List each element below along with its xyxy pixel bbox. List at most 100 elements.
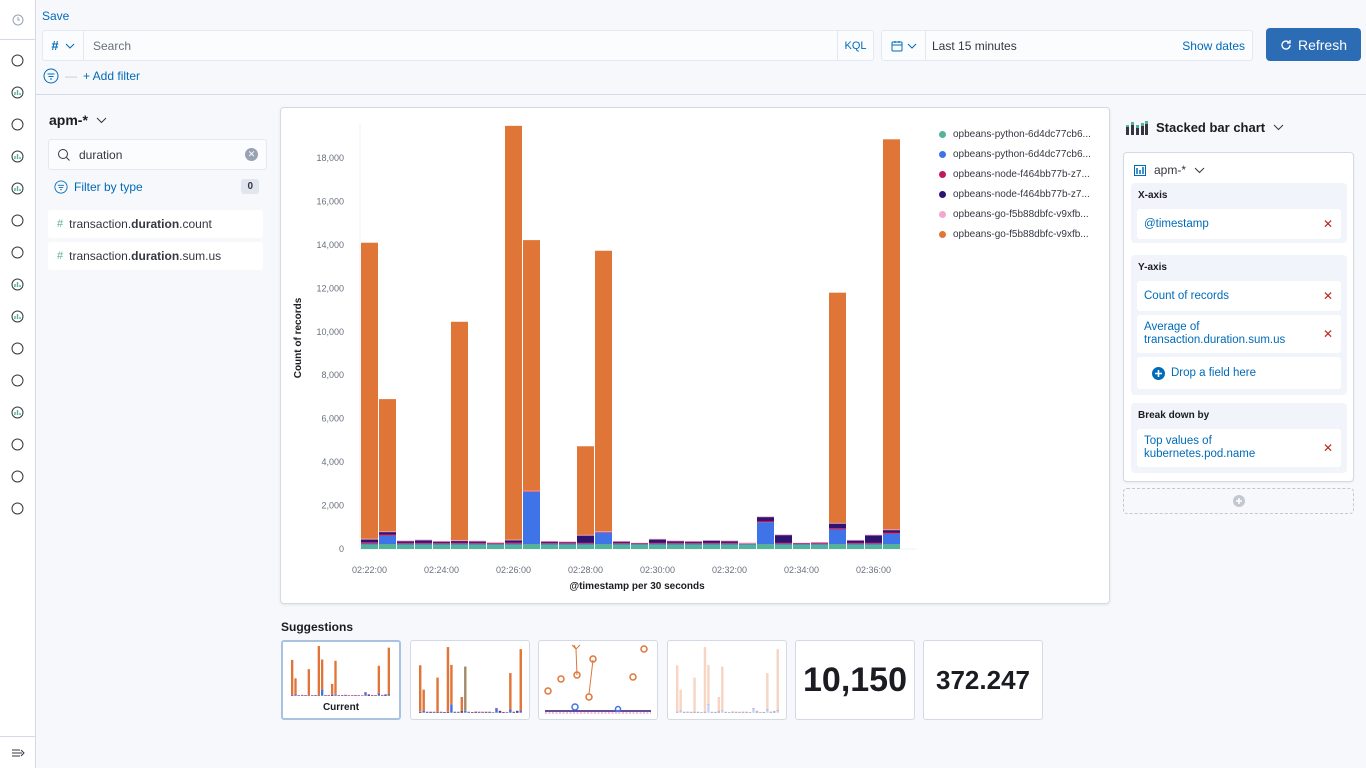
bar-segment <box>595 532 612 545</box>
remove-icon[interactable]: ✕ <box>1323 327 1333 341</box>
nav-item-ml[interactable] <box>0 204 35 236</box>
clear-search-icon[interactable]: ✕ <box>245 148 258 161</box>
thumbnail-bar <box>509 709 512 711</box>
layer-index-switcher[interactable]: apm-* <box>1134 163 1205 177</box>
bar-segment <box>577 542 594 544</box>
show-dates-button[interactable]: Show dates <box>1182 39 1252 53</box>
bar-segment <box>361 539 378 543</box>
query-language-switcher[interactable]: # <box>43 31 84 60</box>
index-pattern-switcher[interactable]: apm-* <box>49 112 107 128</box>
bar-segment <box>577 544 594 549</box>
remove-icon[interactable]: ✕ <box>1323 289 1333 303</box>
thumbnail-bar <box>773 710 776 712</box>
dock-navigation-button[interactable] <box>0 736 36 768</box>
dimension-label: @timestamp <box>1144 218 1209 230</box>
suggestion-bar-chart[interactable] <box>410 640 530 720</box>
time-range[interactable]: Last 15 minutes <box>926 39 1182 53</box>
bar-segment <box>739 543 756 545</box>
bar-stack <box>613 540 630 549</box>
nav-item-dev-tools[interactable] <box>0 428 35 460</box>
legend-item[interactable]: opbeans-node-f464bb77b-z7... <box>939 164 1091 184</box>
nav-item-maps[interactable] <box>0 172 35 204</box>
nav-item-discover[interactable] <box>0 44 35 76</box>
thumbnail-bar <box>387 647 390 694</box>
nav-item-monitoring[interactable] <box>0 460 35 492</box>
nav-item-metrics[interactable] <box>0 236 35 268</box>
thumbnail-bar <box>367 695 370 696</box>
quick-select-button[interactable] <box>882 31 926 60</box>
nav-item-dashboard[interactable] <box>0 108 35 140</box>
thumbnail-bar <box>474 712 477 713</box>
legend-item[interactable]: opbeans-go-f5b88dbfc-v9xfb... <box>939 224 1091 244</box>
suggestion-line-chart[interactable] <box>538 640 658 720</box>
field-search-input[interactable]: duration ✕ <box>48 139 267 170</box>
bar-stack <box>685 540 702 549</box>
y-tick-label: 12,000 <box>316 283 344 293</box>
bar-segment <box>397 542 414 544</box>
nav-item-siem[interactable] <box>0 364 35 396</box>
nav-item-canvas[interactable] <box>0 140 35 172</box>
breakdown-dimension[interactable]: Top values of kubernetes.pod.name ✕ <box>1137 429 1341 467</box>
thumbnail-bar <box>436 711 439 713</box>
thumbnail-bar <box>422 710 425 711</box>
nav-item-uptime[interactable] <box>0 332 35 364</box>
nav-item-apm[interactable] <box>0 300 35 332</box>
thumbnail-bar <box>710 711 714 713</box>
search-input[interactable]: Search <box>84 39 837 53</box>
drop-field-zone[interactable]: Drop a field here <box>1137 357 1341 389</box>
legend-item[interactable]: opbeans-python-6d4dc77cb6... <box>939 124 1091 144</box>
save-link[interactable]: Save <box>42 9 69 23</box>
thumbnail-bar <box>443 712 446 713</box>
kql-button[interactable]: KQL <box>837 31 873 60</box>
number-type-icon: # <box>57 250 64 262</box>
suggestion-metric-count[interactable]: 10,150 <box>795 640 915 720</box>
chart-type-switcher[interactable]: Stacked bar chart <box>1126 120 1284 135</box>
thumbnail-bar <box>728 712 731 713</box>
recently-viewed-button[interactable] <box>0 0 35 40</box>
legend-item[interactable]: opbeans-go-f5b88dbfc-v9xfb... <box>939 204 1091 224</box>
thumbnail-bar <box>364 692 367 694</box>
nav-item-visualize[interactable] <box>0 76 35 108</box>
add-filter-button[interactable]: + Add filter <box>83 69 140 83</box>
field-name-match: duration <box>131 217 180 231</box>
remove-icon[interactable]: ✕ <box>1323 217 1333 231</box>
legend-item[interactable]: opbeans-node-f464bb77b-z7... <box>939 184 1091 204</box>
filter-by-type-button[interactable]: Filter by type 0 <box>54 179 259 194</box>
nav-item-management[interactable] <box>0 492 35 524</box>
bar-segment <box>595 531 612 533</box>
suggestion-metric-average[interactable]: 372.247 <box>923 640 1043 720</box>
refresh-button[interactable]: Refresh <box>1266 28 1361 61</box>
thumbnail-bar <box>464 712 467 713</box>
suggestion-current[interactable]: Current <box>281 640 401 720</box>
field-item[interactable]: # transaction. duration .sum.us <box>48 242 263 270</box>
thumbnail-bar <box>347 695 350 696</box>
stacked-bar-chart[interactable]: 0 2,000 4,000 6,000 8,000 10,000 12,000 14,000 1… <box>281 108 931 603</box>
y-axis-dimension[interactable]: Average of transaction.duration.sum.us ✕ <box>1137 315 1341 353</box>
bar-segment <box>361 544 378 549</box>
bar-segment <box>415 543 432 545</box>
bar-segment <box>847 544 864 549</box>
thumbnail-bar <box>498 712 502 713</box>
add-layer-button[interactable] <box>1123 488 1354 514</box>
y-axis-dimension[interactable]: Count of records ✕ <box>1137 281 1341 311</box>
thumbnail-bar <box>703 647 707 712</box>
legend-item[interactable]: opbeans-python-6d4dc77cb6... <box>939 144 1091 164</box>
bar-segment <box>505 125 522 540</box>
field-item[interactable]: # transaction. duration .count <box>48 210 263 238</box>
chevron-down-icon <box>1273 124 1284 131</box>
thumbnail-bar <box>752 708 755 713</box>
nav-item-graph[interactable] <box>0 396 35 428</box>
refresh-label: Refresh <box>1297 36 1348 53</box>
bar-segment <box>667 540 684 542</box>
bar-segment <box>505 543 522 545</box>
filter-options-icon[interactable] <box>43 68 59 84</box>
bar-segment <box>397 540 414 542</box>
suggestion-faded-bar-chart[interactable] <box>667 640 787 720</box>
remove-icon[interactable]: ✕ <box>1323 441 1333 455</box>
y-tick-label: 10,000 <box>316 327 344 337</box>
x-axis-dimension[interactable]: @timestamp ✕ <box>1137 209 1341 239</box>
bar-segment <box>379 534 396 536</box>
nav-item-logs[interactable] <box>0 268 35 300</box>
bar-stack <box>379 399 396 549</box>
bar-segment <box>829 544 846 549</box>
